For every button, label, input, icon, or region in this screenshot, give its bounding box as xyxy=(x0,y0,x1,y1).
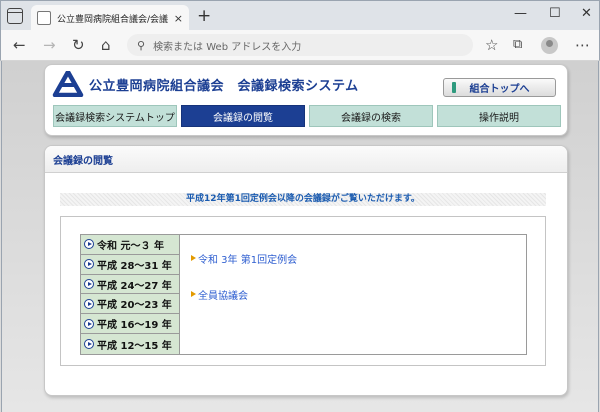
meeting-label: 令和 3年 第1回定例会 xyxy=(198,254,298,266)
tab-actions-icon[interactable] xyxy=(7,8,23,24)
play-circle-icon xyxy=(84,318,94,329)
era-label: 平成 16～19 年 xyxy=(97,320,172,332)
era-list: 令和 元～３ 年 平成 28～31 年 平成 24～27 年 平成 20～23 … xyxy=(81,235,180,354)
meeting-list: 令和 3年 第1回定例会 全員協議会 xyxy=(191,251,297,323)
site-header: 公立豊岡病院組合議会 会議録検索システム 組合トップへ 会議録検索システムトップ… xyxy=(44,64,568,136)
address-bar[interactable]: ⚲ 検索または Web アドレスを入力 xyxy=(127,34,473,56)
nav-help[interactable]: 操作説明 xyxy=(437,105,561,127)
era-label: 令和 元～３ 年 xyxy=(97,240,164,252)
union-top-label: 組合トップへ xyxy=(469,84,530,95)
new-tab-icon[interactable]: + xyxy=(197,6,211,26)
minimize-icon[interactable]: — xyxy=(514,6,527,21)
browse-panel: 会議録の閲覧 平成12年第1回定例会以降の会議録がご覧いただけます。 令和 元～… xyxy=(44,145,568,396)
page-favicon-icon xyxy=(37,11,51,25)
favorites-icon[interactable]: ☆ xyxy=(485,35,498,55)
back-icon[interactable]: ← xyxy=(13,35,26,55)
minutes-table: 令和 元～３ 年 平成 28～31 年 平成 24～27 年 平成 20～23 … xyxy=(80,234,527,355)
nav-system-top[interactable]: 会議録検索システムトップ xyxy=(53,105,177,127)
forward-icon[interactable]: → xyxy=(43,35,56,55)
address-placeholder: 検索または Web アドレスを入力 xyxy=(153,41,302,53)
availability-notice: 平成12年第1回定例会以降の会議録がご覧いただけます。 xyxy=(60,193,546,206)
era-item[interactable]: 平成 24～27 年 xyxy=(81,274,179,295)
bullet-arrow-icon xyxy=(191,291,196,297)
minutes-content-box: 令和 元～３ 年 平成 28～31 年 平成 24～27 年 平成 20～23 … xyxy=(60,216,546,366)
home-icon[interactable]: ⌂ xyxy=(101,35,111,55)
meeting-link[interactable]: 令和 3年 第1回定例会 xyxy=(191,251,298,266)
play-circle-icon xyxy=(84,279,94,290)
nav-browse-minutes[interactable]: 会議録の閲覧 xyxy=(181,105,305,127)
profile-avatar[interactable] xyxy=(541,37,558,54)
play-circle-icon xyxy=(84,259,94,270)
era-label: 平成 12～15 年 xyxy=(97,340,172,352)
nav-search-minutes[interactable]: 会議録の検索 xyxy=(309,105,433,127)
web-page: 公立豊岡病院組合議会 会議録検索システム 組合トップへ 会議録検索システムトップ… xyxy=(1,61,599,412)
hospital-logo-icon xyxy=(52,71,84,97)
era-item[interactable]: 平成 28～31 年 xyxy=(81,254,179,275)
tab-close-icon[interactable]: × xyxy=(174,12,183,25)
play-circle-icon xyxy=(84,239,94,250)
site-title: 公立豊岡病院組合議会 会議録検索システム xyxy=(89,79,359,94)
play-circle-icon xyxy=(84,339,94,350)
era-item[interactable]: 令和 元～３ 年 xyxy=(81,235,179,255)
browser-toolbar: ← → ↻ ⌂ ⚲ 検索または Web アドレスを入力 ☆ ⧉ ⋯ xyxy=(0,30,600,61)
button-bar-icon xyxy=(452,82,456,93)
bullet-arrow-icon xyxy=(191,255,196,261)
collections-icon[interactable]: ⧉ xyxy=(513,35,522,55)
era-item[interactable]: 平成 20～23 年 xyxy=(81,294,179,315)
era-label: 平成 20～23 年 xyxy=(97,300,172,312)
close-window-icon[interactable]: ✕ xyxy=(581,6,592,21)
era-label: 平成 28～31 年 xyxy=(97,260,172,272)
browser-tab-bar: 公立豊岡病院組合議会/会議録検 × + — ☐ ✕ xyxy=(0,0,600,31)
panel-heading: 会議録の閲覧 xyxy=(45,146,567,173)
main-nav: 会議録検索システムトップ 会議録の閲覧 会議録の検索 操作説明 xyxy=(53,105,561,127)
more-menu-icon[interactable]: ⋯ xyxy=(575,35,590,55)
maximize-icon[interactable]: ☐ xyxy=(549,6,561,21)
meeting-link[interactable]: 全員協議会 xyxy=(191,287,297,302)
tab-title: 公立豊岡病院組合議会/会議録検 xyxy=(57,14,168,25)
refresh-icon[interactable]: ↻ xyxy=(72,35,85,55)
browser-tab[interactable]: 公立豊岡病院組合議会/会議録検 × xyxy=(31,5,189,31)
play-circle-icon xyxy=(84,298,94,309)
search-icon: ⚲ xyxy=(137,38,146,52)
era-item[interactable]: 平成 12～15 年 xyxy=(81,334,179,354)
era-label: 平成 24～27 年 xyxy=(97,280,172,292)
era-item[interactable]: 平成 16～19 年 xyxy=(81,314,179,335)
union-top-button[interactable]: 組合トップへ xyxy=(443,78,556,97)
meeting-label: 全員協議会 xyxy=(198,290,248,302)
